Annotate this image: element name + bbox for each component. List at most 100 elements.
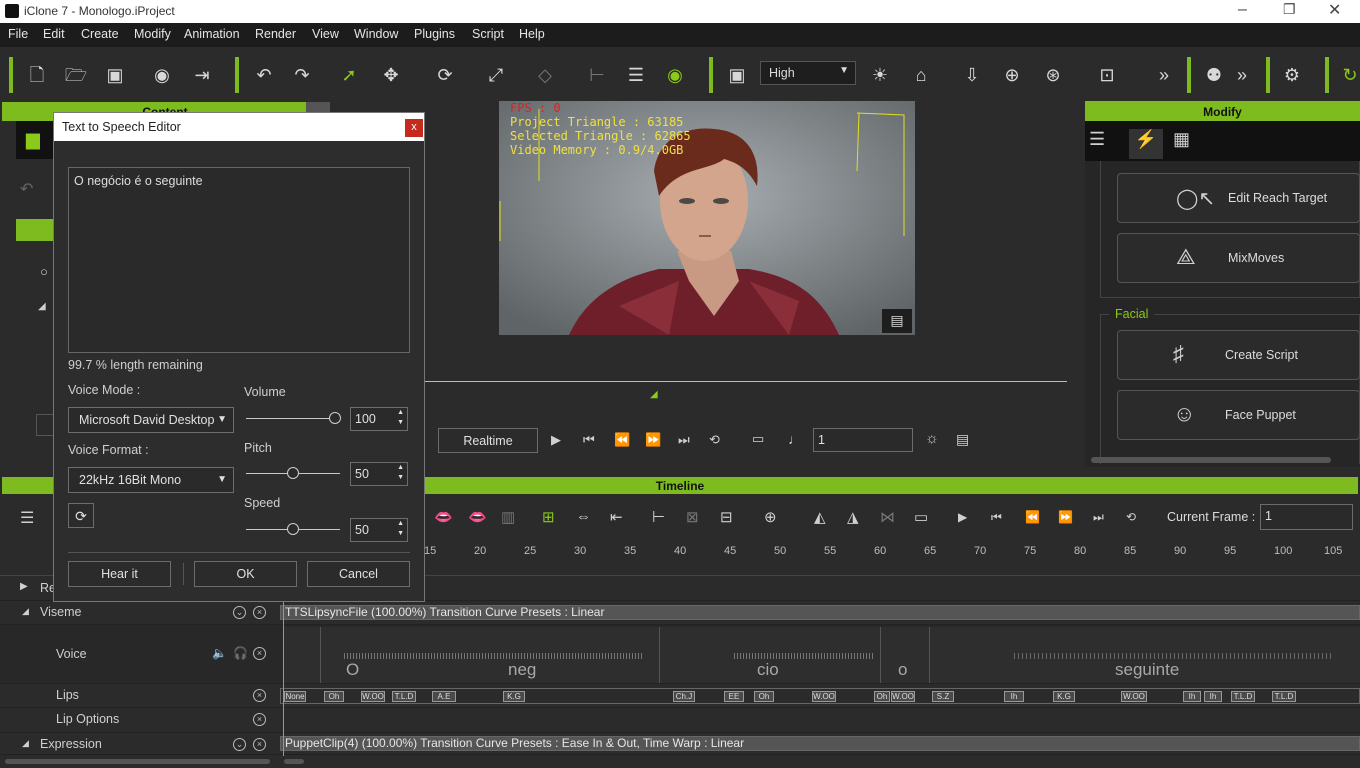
- clip-stretch-icon[interactable]: ⇔: [576, 508, 591, 525]
- more-tools-icon[interactable]: »: [1152, 63, 1176, 87]
- move-icon[interactable]: ✥: [379, 63, 403, 87]
- settings-sliders-icon[interactable]: ⚙: [1280, 63, 1304, 87]
- edit-reach-target-button[interactable]: ◯↖ Edit Reach Target: [1117, 173, 1360, 223]
- more-tools-2-icon[interactable]: »: [1230, 63, 1254, 87]
- lips-m-icon[interactable]: ▥: [501, 508, 515, 526]
- play-icon[interactable]: ▶: [551, 432, 561, 448]
- visibility-eye-icon[interactable]: ◉: [663, 63, 687, 87]
- realtime-button[interactable]: Realtime: [438, 428, 538, 453]
- mirror-left-icon[interactable]: ◭: [814, 508, 826, 526]
- tab-checker-icon[interactable]: ▦: [1173, 129, 1190, 150]
- menu-render[interactable]: Render: [255, 27, 296, 41]
- tl-next-icon[interactable]: ⏩: [1058, 510, 1073, 524]
- speed-slider-knob[interactable]: [287, 523, 299, 535]
- snap-icon[interactable]: ◇: [533, 63, 557, 87]
- cancel-button[interactable]: Cancel: [307, 561, 410, 587]
- collapse-icon[interactable]: ◢: [22, 606, 29, 617]
- expression-close-icon[interactable]: ×: [253, 738, 266, 751]
- face-puppet-button[interactable]: ☺ Face Puppet: [1117, 390, 1360, 440]
- minimize-icon[interactable]: –: [1238, 1, 1247, 19]
- orbit-icon[interactable]: ⊛: [1041, 63, 1065, 87]
- marker-icon[interactable]: ▭: [752, 431, 764, 447]
- lip-key[interactable]: W.OO: [1121, 691, 1147, 702]
- lip-key[interactable]: K.G: [503, 691, 525, 702]
- speed-spinbox[interactable]: 50 ▲ ▼: [350, 518, 408, 542]
- viseme-clip[interactable]: TTSLipsyncFile (100.00%) Transition Curv…: [280, 605, 1360, 620]
- lip-key[interactable]: Oh: [324, 691, 344, 702]
- loop-icon[interactable]: ⟲: [709, 432, 720, 448]
- character-icon[interactable]: ⚉: [1202, 63, 1226, 87]
- voice-mode-dropdown[interactable]: Microsoft David Desktop ▼: [68, 407, 234, 433]
- tl-end-icon[interactable]: ⏭: [1093, 510, 1104, 525]
- preview-icon[interactable]: ◉: [150, 63, 174, 87]
- menu-modify[interactable]: Modify: [134, 27, 171, 41]
- menu-view[interactable]: View: [312, 27, 339, 41]
- lip-options-close-icon[interactable]: ×: [253, 713, 266, 726]
- save-icon[interactable]: ▣: [103, 63, 127, 87]
- lip-key[interactable]: T.L.D: [1231, 691, 1255, 702]
- spin-arrows-icon[interactable]: ▲ ▼: [397, 408, 404, 428]
- scrub-marker-icon[interactable]: ◢: [650, 389, 658, 400]
- menu-animation[interactable]: Animation: [184, 27, 240, 41]
- motion-icon[interactable]: ↻: [1338, 63, 1360, 87]
- content-folder-tab[interactable]: ▆: [16, 121, 56, 159]
- mirror-right-icon[interactable]: ◮: [847, 508, 859, 526]
- lip-key[interactable]: A.E: [432, 691, 456, 702]
- lips-edit2-icon[interactable]: 👄: [468, 508, 487, 526]
- viseme-options-icon[interactable]: ⌄: [233, 606, 246, 619]
- lips-close-icon[interactable]: ×: [253, 689, 266, 702]
- split-icon[interactable]: ⊟: [720, 508, 733, 526]
- go-start-icon[interactable]: ⏮: [583, 432, 595, 448]
- tl-loop-icon[interactable]: ⟲: [1126, 510, 1136, 524]
- range-icon[interactable]: ⋈: [880, 508, 895, 526]
- viseme-close-icon[interactable]: ×: [253, 606, 266, 619]
- content-thumbnail[interactable]: [36, 414, 54, 436]
- voice-close-icon[interactable]: ×: [253, 647, 266, 660]
- spin-arrows-icon[interactable]: ▲ ▼: [397, 463, 404, 483]
- menu-window[interactable]: Window: [354, 27, 398, 41]
- content-back-icon[interactable]: ↶: [20, 179, 33, 199]
- mixmoves-button[interactable]: ⟁ MixMoves: [1117, 233, 1360, 283]
- menu-plugins[interactable]: Plugins: [414, 27, 455, 41]
- collapse-icon[interactable]: ◢: [22, 738, 29, 749]
- track-row-expression[interactable]: ◢ Expression ⌄ × PuppetClip(4) (100.00%)…: [0, 733, 1360, 755]
- tab-motion-icon[interactable]: ⚡: [1129, 129, 1163, 159]
- lip-key[interactable]: Ih: [1004, 691, 1024, 702]
- next-frame-icon[interactable]: ⏩: [645, 432, 661, 448]
- lip-key[interactable]: Oh: [874, 691, 890, 702]
- hear-it-button[interactable]: Hear it: [68, 561, 171, 587]
- create-script-button[interactable]: ♯ Create Script: [1117, 330, 1360, 380]
- open-folder-icon[interactable]: 🗁: [64, 63, 88, 87]
- subtitle-icon[interactable]: ▤: [882, 309, 912, 333]
- menu-script[interactable]: Script: [472, 27, 504, 41]
- menu-file[interactable]: File: [8, 27, 28, 41]
- voice-format-dropdown[interactable]: 22kHz 16Bit Mono ▼: [68, 467, 234, 493]
- select-arrow-icon[interactable]: ➚: [337, 63, 361, 87]
- headphones-icon[interactable]: 🎧: [233, 646, 248, 660]
- lip-key[interactable]: Ih: [1183, 691, 1201, 702]
- pan-icon[interactable]: ⊕: [1000, 63, 1024, 87]
- lip-key[interactable]: K.G: [1053, 691, 1075, 702]
- modify-scrollbar[interactable]: [1091, 457, 1331, 463]
- menu-create[interactable]: Create: [81, 27, 119, 41]
- volume-slider-knob[interactable]: [329, 412, 341, 424]
- go-end-icon[interactable]: ⏭: [678, 432, 690, 448]
- expression-clip[interactable]: PuppetClip(4) (100.00%) Transition Curve…: [280, 736, 1360, 751]
- expression-options-icon[interactable]: ⌄: [233, 738, 246, 751]
- lip-key[interactable]: Oh: [754, 691, 774, 702]
- track-list-icon[interactable]: ☰: [20, 508, 34, 528]
- reset-refresh-button[interactable]: ⟳: [68, 503, 94, 528]
- content-green-tab[interactable]: [16, 219, 56, 241]
- tab-sliders-icon[interactable]: ☰: [1089, 129, 1105, 150]
- pitch-slider-knob[interactable]: [287, 467, 299, 479]
- close-window-icon[interactable]: ✕: [1328, 0, 1341, 20]
- lip-key[interactable]: Ch.J: [673, 691, 695, 702]
- zoom-icon[interactable]: ⊕: [764, 508, 777, 526]
- lips-edit-icon[interactable]: 👄: [434, 508, 453, 526]
- tl-play-icon[interactable]: ▶: [958, 510, 967, 524]
- timeline-scrollbar[interactable]: [284, 759, 304, 764]
- viewport-layout-icon[interactable]: ▣: [725, 63, 749, 87]
- tts-text-area[interactable]: O negócio é o seguinte: [68, 167, 410, 353]
- delete-icon[interactable]: ⊠: [686, 508, 699, 526]
- align-icon[interactable]: ⊢: [585, 63, 609, 87]
